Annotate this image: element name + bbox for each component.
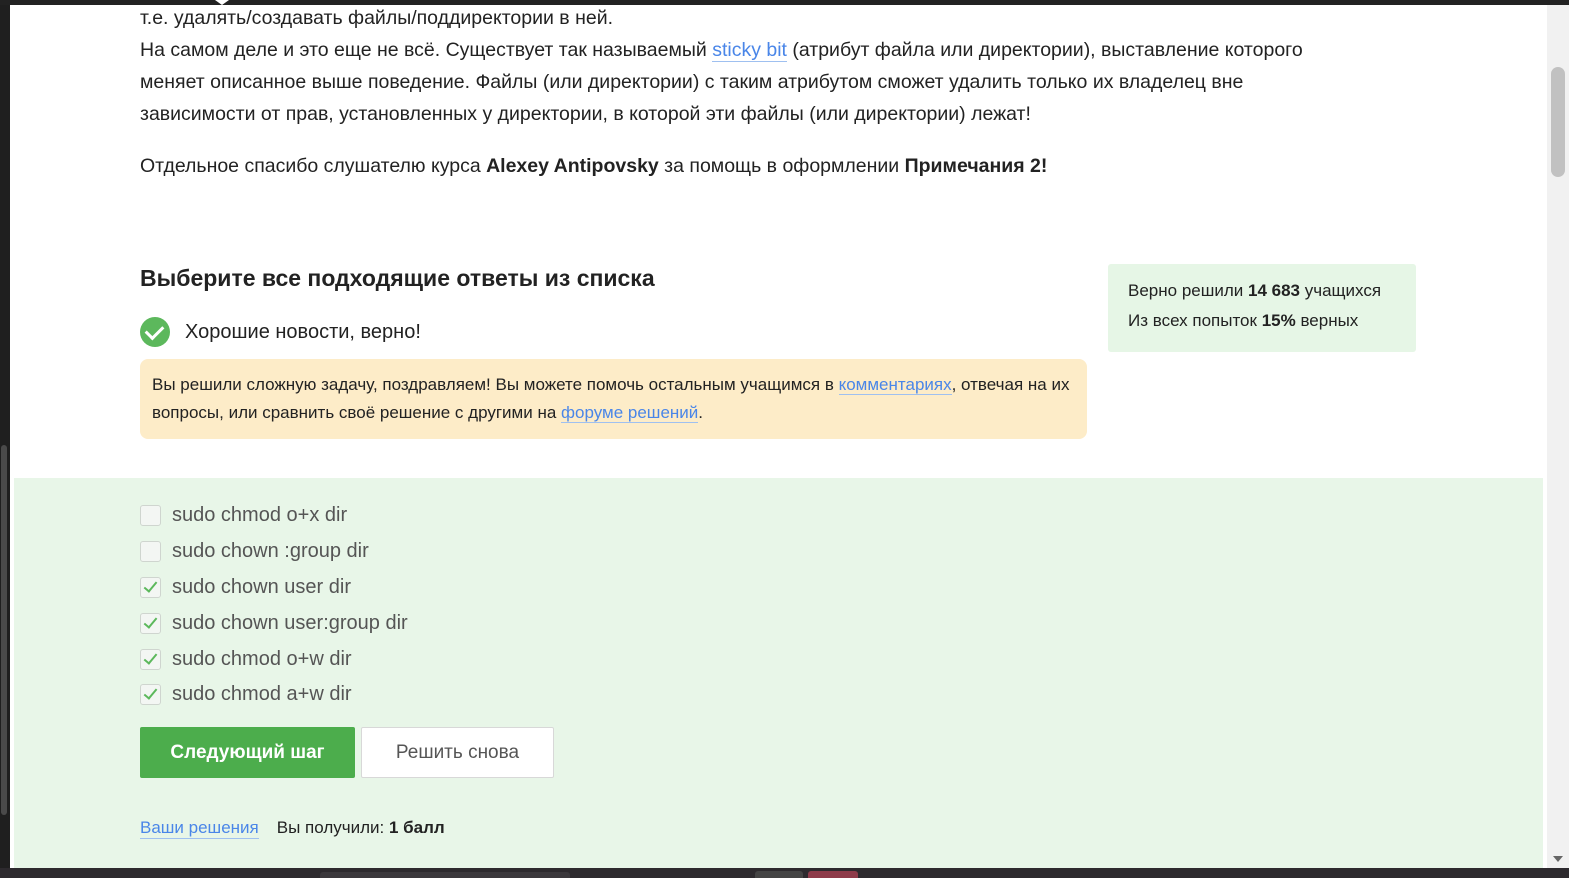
explanation-line-1: т.е. удалять/создавать файлы/поддиректор…: [140, 7, 613, 29]
option-label: sudo chown user dir: [172, 575, 351, 598]
thanks-name: Alexey Antipovsky: [486, 155, 659, 177]
solutions-forum-link[interactable]: форуме решений: [561, 403, 699, 423]
option-label: sudo chmod a+w dir: [172, 683, 352, 706]
option-checkbox[interactable]: [140, 576, 161, 598]
good-news-row: Хорошие новости, верно!: [140, 317, 421, 347]
quiz-title: Выберите все подходящие ответы из списка: [140, 265, 655, 291]
answer-option[interactable]: sudo chmod o+x dir: [140, 498, 408, 534]
sticky-bit-link[interactable]: sticky bit: [712, 39, 787, 62]
explanation-line-2-start: На самом деле и это еще не всё. Существу…: [140, 39, 713, 61]
good-news-text: Хорошие новости, верно!: [185, 320, 421, 343]
solve-again-button[interactable]: Решить снова: [361, 727, 554, 778]
stats-solved-label: Верно решили: [1128, 281, 1248, 300]
stats-attempts-label: Из всех попыток: [1128, 311, 1262, 330]
thanks-paragraph: Отдельное спасибо слушателю курса Alexey…: [140, 150, 1380, 182]
answers-panel: sudo chmod o+x dir sudo chown :group dir…: [14, 478, 1543, 868]
option-checkbox[interactable]: [140, 648, 161, 670]
taskbar-tab[interactable]: [808, 871, 858, 878]
scroll-down-arrow-icon[interactable]: [1553, 856, 1563, 862]
option-checkbox[interactable]: [140, 684, 161, 706]
stats-attempts-row: Из всех попыток 15% верных: [1128, 306, 1396, 336]
option-label: sudo chown user:group dir: [172, 611, 408, 634]
answer-option[interactable]: sudo chmod a+w dir: [140, 677, 408, 713]
lesson-page: т.е. удалять/создавать файлы/поддиректор…: [10, 5, 1547, 868]
option-label: sudo chown :group dir: [172, 540, 369, 563]
scrollbar-thumb[interactable]: [1551, 67, 1565, 177]
option-label: sudo chmod o+x dir: [172, 504, 348, 527]
thanks-text-start: Отдельное спасибо слушателю курса: [140, 155, 487, 177]
success-check-icon: [140, 317, 170, 347]
next-step-button[interactable]: Следующий шаг: [140, 727, 355, 778]
answer-options-list: sudo chmod o+x dir sudo chown :group dir…: [140, 498, 408, 713]
answer-option[interactable]: sudo chown :group dir: [140, 534, 408, 570]
explanation-paragraph: т.е. удалять/создавать файлы/поддиректор…: [140, 5, 1380, 130]
score-text: Вы получили: 1 балл: [277, 818, 445, 839]
explanation-line-4: зависимости от прав, установленных у дир…: [140, 103, 1031, 125]
congrats-notice: Вы решили сложную задачу, поздравляем! В…: [140, 359, 1087, 439]
result-footer: Ваши решения Вы получили: 1 балл: [140, 818, 445, 839]
option-checkbox[interactable]: [140, 505, 161, 527]
app-frame: т.е. удалять/создавать файлы/поддиректор…: [0, 0, 1569, 878]
stats-panel: Верно решили 14 683 учащихся Из всех поп…: [1108, 264, 1416, 352]
left-scroll-rail: [0, 5, 10, 868]
option-checkbox[interactable]: [140, 541, 161, 563]
explanation-line-2: На самом деле и это еще не всё. Существу…: [140, 34, 1380, 66]
answer-option[interactable]: sudo chown user dir: [140, 570, 408, 606]
thanks-text-middle: за помощь в оформлении: [658, 155, 905, 177]
stats-attempts-suffix: верных: [1295, 311, 1359, 330]
option-label: sudo chmod o+w dir: [172, 647, 352, 670]
taskbar-strip: [0, 868, 1569, 878]
taskbar-tab[interactable]: [320, 872, 570, 878]
score-label: Вы получили:: [276, 818, 389, 837]
explanation-line-2-end: (атрибут файла или директории), выставле…: [786, 39, 1303, 61]
taskbar-tab[interactable]: [755, 871, 803, 878]
your-solutions-link[interactable]: Ваши решения: [140, 818, 259, 839]
notice-text-end: .: [698, 403, 704, 422]
stats-solved-row: Верно решили 14 683 учащихся: [1128, 276, 1396, 306]
thanks-note: Примечания 2!: [904, 155, 1048, 177]
stats-solved-count: 14 683: [1248, 281, 1300, 300]
answer-option[interactable]: sudo chmod o+w dir: [140, 641, 408, 677]
comments-link[interactable]: комментариях: [838, 375, 952, 395]
explanation-line-3: меняет описанное выше поведение. Файлы (…: [140, 71, 1244, 93]
option-checkbox[interactable]: [140, 612, 161, 634]
answer-option[interactable]: sudo chown user:group dir: [140, 605, 408, 641]
score-value: 1 балл: [388, 818, 445, 837]
stats-attempts-percent: 15%: [1261, 311, 1296, 330]
notice-text-start: Вы решили сложную задачу, поздравляем! В…: [152, 375, 839, 394]
stats-solved-suffix: учащихся: [1300, 281, 1382, 300]
left-rail-thumb[interactable]: [1, 445, 7, 815]
page-scrollbar[interactable]: [1547, 5, 1569, 868]
